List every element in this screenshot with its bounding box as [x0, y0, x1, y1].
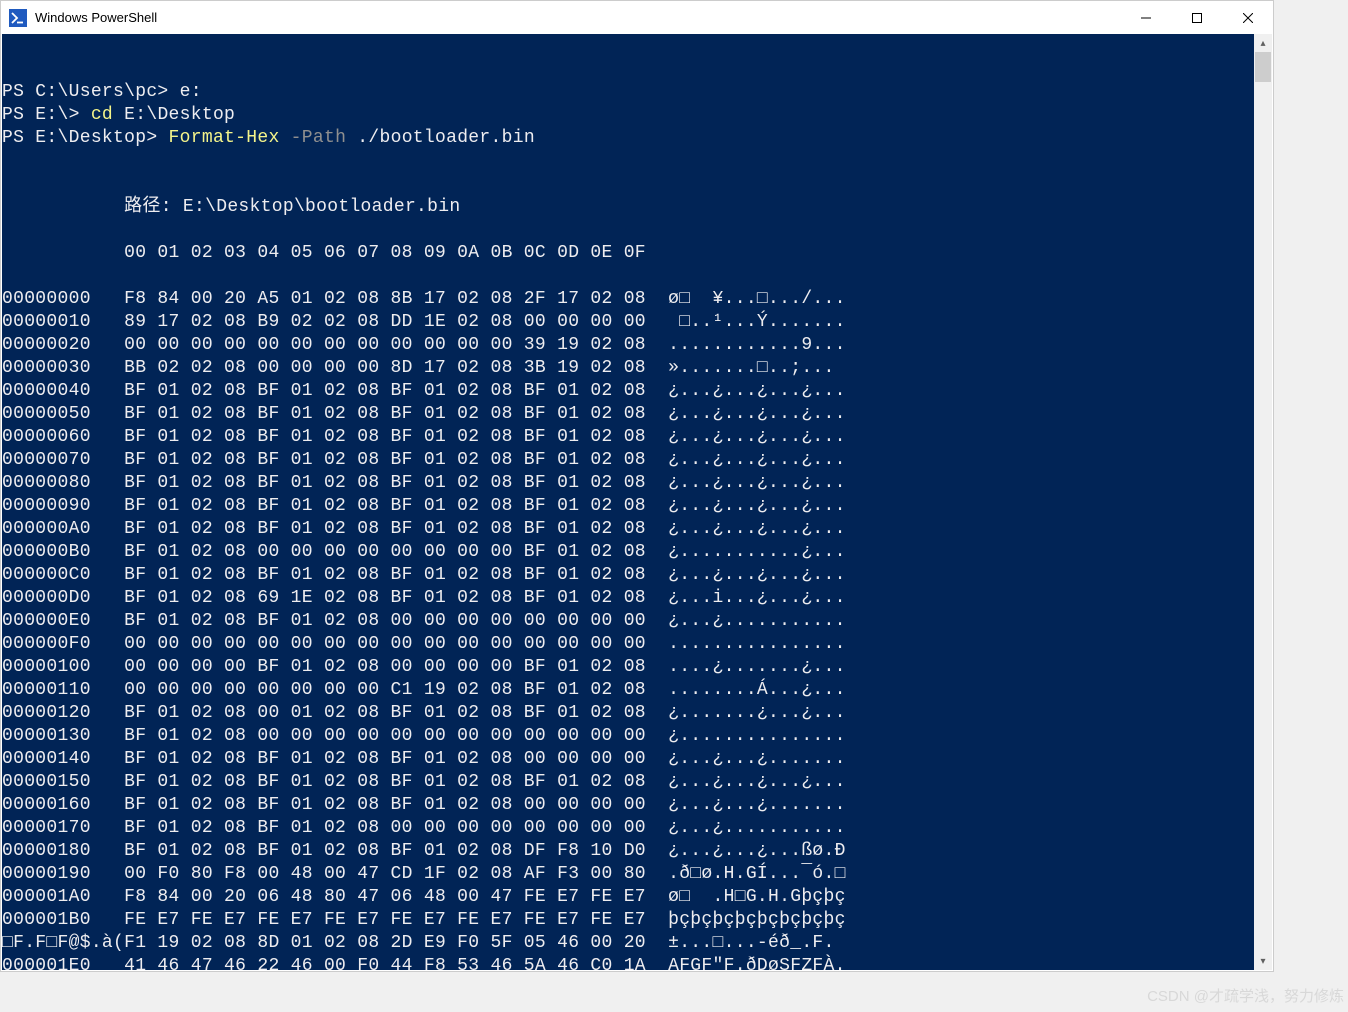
hex-row: 00000140 BF 01 02 08 BF 01 02 08 BF 01 0…: [2, 748, 1272, 771]
hex-row: 000001E0 41 46 47 46 22 46 00 F0 44 F8 5…: [2, 955, 1272, 970]
hex-row: 00000180 BF 01 02 08 BF 01 02 08 BF 01 0…: [2, 840, 1272, 863]
hex-header: 00 01 02 03 04 05 06 07 08 09 0A 0B 0C 0…: [2, 242, 1272, 265]
scroll-up-icon[interactable]: ▴: [1254, 34, 1272, 52]
powershell-icon: [9, 9, 27, 27]
hex-row: 000000E0 BF 01 02 08 BF 01 02 08 00 00 0…: [2, 610, 1272, 633]
titlebar[interactable]: Windows PowerShell: [1, 1, 1273, 34]
hex-row: 00000190 00 F0 80 F8 00 48 00 47 CD 1F 0…: [2, 863, 1272, 886]
hex-row: 00000070 BF 01 02 08 BF 01 02 08 BF 01 0…: [2, 449, 1272, 472]
hex-row: 000000D0 BF 01 02 08 69 1E 02 08 BF 01 0…: [2, 587, 1272, 610]
hex-row: 000000A0 BF 01 02 08 BF 01 02 08 BF 01 0…: [2, 518, 1272, 541]
prompt-line: PS E:\> cd E:\Desktop: [2, 104, 1272, 127]
maximize-button[interactable]: [1171, 2, 1222, 34]
scroll-thumb[interactable]: [1255, 52, 1271, 82]
hex-row: 000001B0 FE E7 FE E7 FE E7 FE E7 FE E7 F…: [2, 909, 1272, 932]
hex-row: 00000080 BF 01 02 08 BF 01 02 08 BF 01 0…: [2, 472, 1272, 495]
hex-row: 00000120 BF 01 02 08 00 01 02 08 BF 01 0…: [2, 702, 1272, 725]
hex-row: 00000160 BF 01 02 08 BF 01 02 08 BF 01 0…: [2, 794, 1272, 817]
hex-row: 00000050 BF 01 02 08 BF 01 02 08 BF 01 0…: [2, 403, 1272, 426]
powershell-window: Windows PowerShell PS C:\Users\pc> e:PS …: [0, 0, 1274, 972]
hex-row: 00000110 00 00 00 00 00 00 00 00 C1 19 0…: [2, 679, 1272, 702]
prompt-line: PS C:\Users\pc> e:: [2, 81, 1272, 104]
hex-row: 000000F0 00 00 00 00 00 00 00 00 00 00 0…: [2, 633, 1272, 656]
hex-row: 00000060 BF 01 02 08 BF 01 02 08 BF 01 0…: [2, 426, 1272, 449]
hex-row: □F.F□F@$.à(F1 19 02 08 8D 01 02 08 2D E9…: [2, 932, 1272, 955]
hex-row: 00000100 00 00 00 00 BF 01 02 08 00 00 0…: [2, 656, 1272, 679]
hex-row: 00000150 BF 01 02 08 BF 01 02 08 BF 01 0…: [2, 771, 1272, 794]
hex-row: 00000090 BF 01 02 08 BF 01 02 08 BF 01 0…: [2, 495, 1272, 518]
watermark: CSDN @才疏学浅，努力修炼: [1147, 985, 1344, 1006]
hex-row: 000000C0 BF 01 02 08 BF 01 02 08 BF 01 0…: [2, 564, 1272, 587]
hex-row: 00000170 BF 01 02 08 BF 01 02 08 00 00 0…: [2, 817, 1272, 840]
hex-row: 00000000 F8 84 00 20 A5 01 02 08 8B 17 0…: [2, 288, 1272, 311]
path-label: 路径: E:\Desktop\bootloader.bin: [2, 196, 1272, 219]
hex-row: 00000020 00 00 00 00 00 00 00 00 00 00 0…: [2, 334, 1272, 357]
hex-row: 000000B0 BF 01 02 08 00 00 00 00 00 00 0…: [2, 541, 1272, 564]
scroll-down-icon[interactable]: ▾: [1254, 952, 1272, 970]
hex-row: 00000010 89 17 02 08 B9 02 02 08 DD 1E 0…: [2, 311, 1272, 334]
hex-row: 00000040 BF 01 02 08 BF 01 02 08 BF 01 0…: [2, 380, 1272, 403]
window-controls: [1120, 2, 1273, 34]
scrollbar[interactable]: ▴ ▾: [1254, 34, 1272, 970]
hex-row: 00000130 BF 01 02 08 00 00 00 00 00 00 0…: [2, 725, 1272, 748]
hex-row: 00000030 BB 02 02 08 00 00 00 00 8D 17 0…: [2, 357, 1272, 380]
close-button[interactable]: [1222, 2, 1273, 34]
terminal[interactable]: PS C:\Users\pc> e:PS E:\> cd E:\DesktopP…: [2, 34, 1272, 970]
window-title: Windows PowerShell: [35, 10, 157, 25]
prompt-line: PS E:\Desktop> Format-Hex -Path ./bootlo…: [2, 127, 1272, 150]
hex-row: 000001A0 F8 84 00 20 06 48 80 47 06 48 0…: [2, 886, 1272, 909]
minimize-button[interactable]: [1120, 2, 1171, 34]
